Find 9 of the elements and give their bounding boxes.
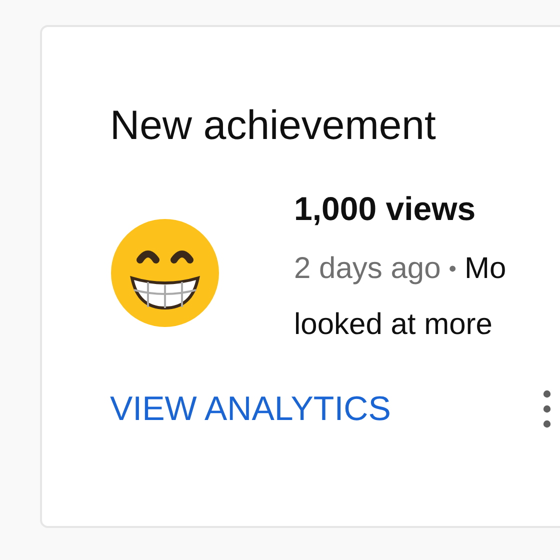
milestone-text: 1,000 views xyxy=(294,189,477,229)
view-analytics-button[interactable]: VIEW ANALYTICS xyxy=(110,389,391,429)
card-title: New achievement xyxy=(110,101,437,150)
message-text: Mo xyxy=(464,251,506,287)
date-text: 2 days ago xyxy=(294,251,441,287)
separator-dot: • xyxy=(448,255,456,283)
grinning-face-icon xyxy=(110,218,220,328)
more-options-icon[interactable] xyxy=(542,389,552,429)
message-text: looked at more xyxy=(294,307,494,343)
